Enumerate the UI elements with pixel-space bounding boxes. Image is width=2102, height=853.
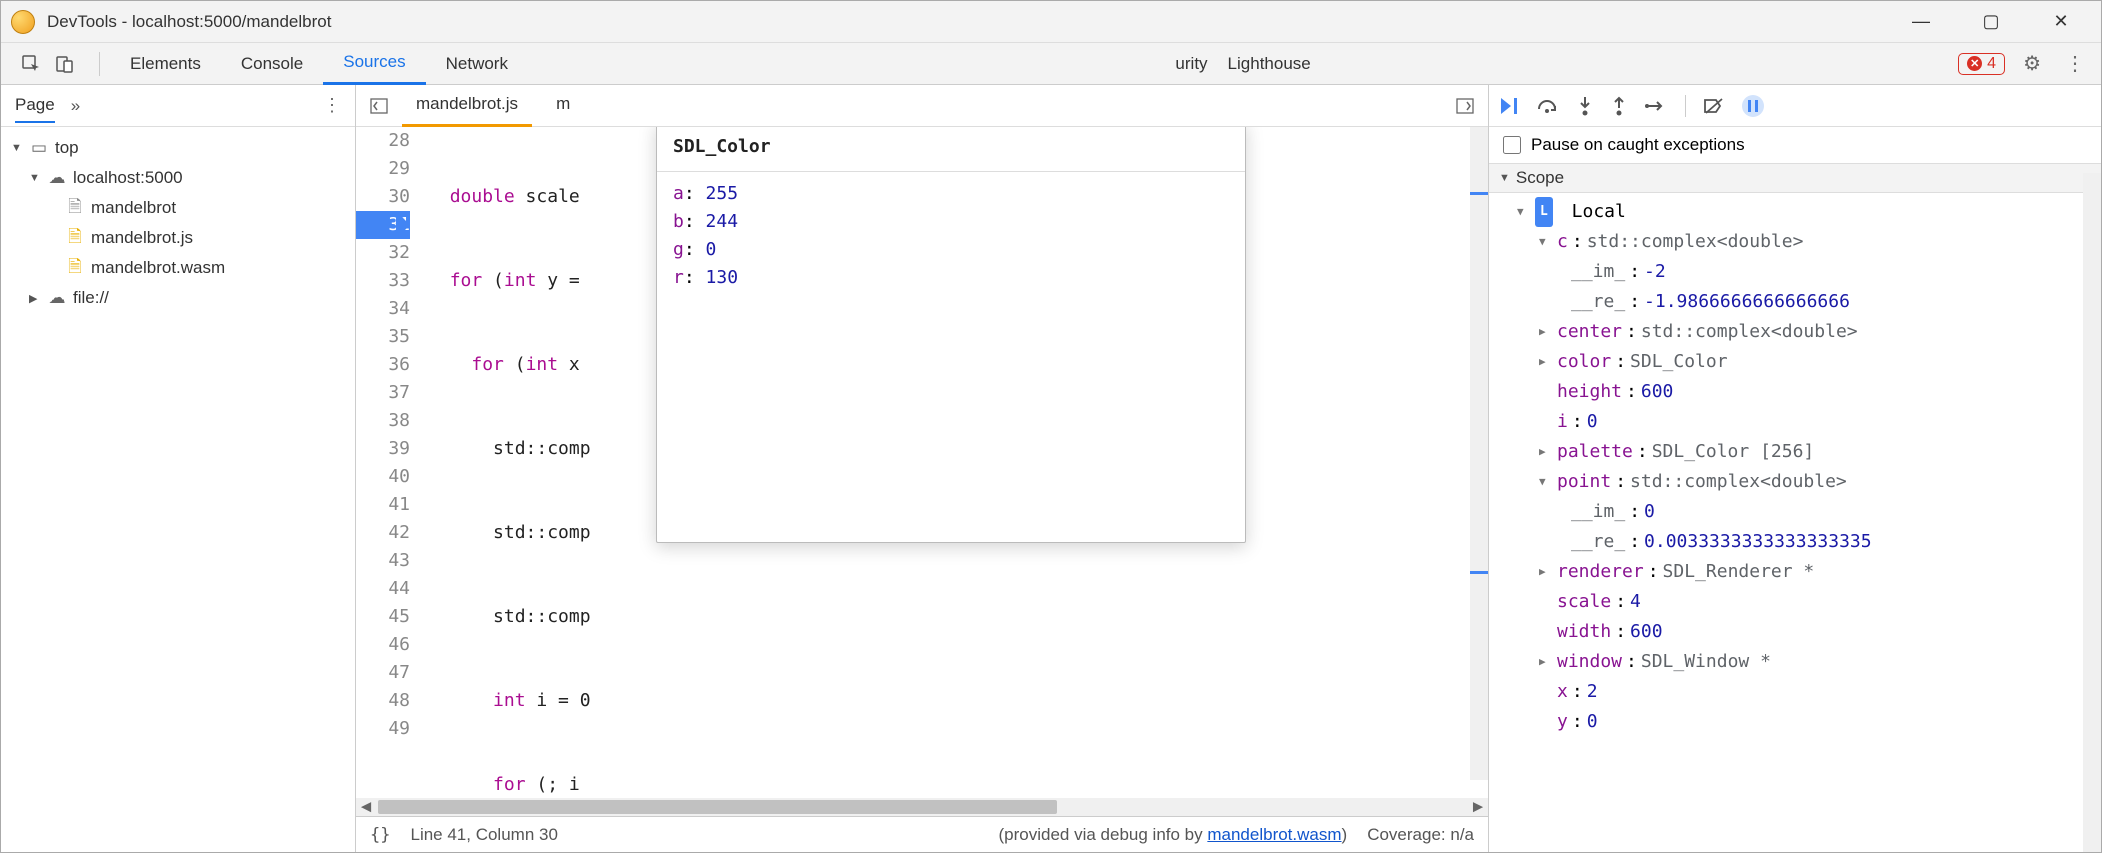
vertical-scrollbar[interactable]	[1470, 127, 1488, 780]
pause-caught-checkbox[interactable]	[1503, 136, 1521, 154]
code-editor[interactable]: 282930 31 323334353637383940414243444546…	[356, 127, 1488, 798]
tab-network[interactable]: Network	[426, 43, 528, 85]
var-height[interactable]: height: 600	[1499, 377, 2101, 407]
var-c-im[interactable]: __im_: -2	[1499, 257, 2101, 287]
right-scrollbar[interactable]	[2083, 173, 2101, 852]
window-titlebar: DevTools - localhost:5000/mandelbrot — ▢…	[1, 1, 2101, 43]
value-tooltip: SDL_Color a: 255 b: 244 g: 0 r: 130	[656, 127, 1246, 543]
var-window[interactable]: ▶window: SDL_Window *	[1499, 647, 2101, 677]
step-over-icon[interactable]	[1537, 95, 1559, 116]
inspect-icon[interactable]	[21, 53, 41, 74]
var-point-re[interactable]: __re_: 0.0033333333333333335	[1499, 527, 2101, 557]
line-gutter[interactable]: 282930 31 323334353637383940414243444546…	[356, 127, 420, 798]
minimize-button[interactable]: —	[1901, 11, 1941, 32]
tree-node-top[interactable]: ▼▭top	[1, 133, 355, 163]
separator	[99, 52, 100, 76]
tree-node-file[interactable]: ▶☁file://	[1, 283, 355, 313]
var-color[interactable]: ▶color: SDL_Color	[1499, 347, 2101, 377]
editor-pane: mandelbrot.js m 282930 31 32333435363738…	[356, 85, 1489, 852]
tab-lighthouse[interactable]: Lighthouse	[1208, 43, 1331, 85]
coverage-status: Coverage: n/a	[1367, 825, 1474, 845]
var-center[interactable]: ▶center: std::complex<double>	[1499, 317, 2101, 347]
error-count-badge[interactable]: ✕4	[1958, 53, 2005, 75]
toggle-navigator-icon[interactable]	[366, 96, 392, 116]
scope-local[interactable]: ▼L Local	[1499, 197, 2101, 227]
tab-elements[interactable]: Elements	[110, 43, 221, 85]
var-point[interactable]: ▼point: std::complex<double>	[1499, 467, 2101, 497]
var-renderer[interactable]: ▶renderer: SDL_Renderer *	[1499, 557, 2101, 587]
devtools-icon	[11, 10, 35, 34]
navigator-more-icon[interactable]: »	[71, 96, 80, 116]
step-into-icon[interactable]	[1577, 95, 1593, 116]
more-icon[interactable]: ⋮	[2059, 51, 2091, 76]
maximize-button[interactable]: ▢	[1971, 11, 2011, 32]
var-c[interactable]: ▼c: std::complex<double>	[1499, 227, 2101, 257]
cursor-position: Line 41, Column 30	[410, 825, 557, 845]
deactivate-breakpoints-icon[interactable]	[1704, 95, 1724, 116]
debug-info-link[interactable]: mandelbrot.wasm	[1207, 825, 1341, 844]
resume-icon[interactable]	[1499, 95, 1519, 116]
device-toggle-icon[interactable]	[55, 53, 75, 74]
window-title: DevTools - localhost:5000/mandelbrot	[47, 12, 1901, 32]
var-point-im[interactable]: __im_: 0	[1499, 497, 2101, 527]
var-scale[interactable]: scale: 4	[1499, 587, 2101, 617]
close-button[interactable]: ✕	[2041, 11, 2081, 32]
debugger-pane: Pause on caught exceptions ▼Scope ▼L Loc…	[1489, 85, 2101, 852]
main-tabbar: Elements Console Sources Network urity L…	[1, 43, 2101, 85]
pretty-print-icon[interactable]: {}	[370, 825, 390, 845]
page-tab[interactable]: Page	[15, 95, 55, 123]
navigator-pane: Page » ⋮ ▼▭top ▼☁localhost:5000 🗎mandelb…	[1, 85, 356, 852]
tab-sources[interactable]: Sources	[323, 43, 425, 85]
tooltip-title: SDL_Color	[657, 127, 1245, 172]
file-tab-mandelbrot-js[interactable]: mandelbrot.js	[402, 85, 532, 127]
var-width[interactable]: width: 600	[1499, 617, 2101, 647]
toggle-debugger-icon[interactable]	[1452, 96, 1478, 116]
file-tree: ▼▭top ▼☁localhost:5000 🗎mandelbrot 🗎mand…	[1, 127, 355, 852]
editor-statusbar: {} Line 41, Column 30 (provided via debu…	[356, 816, 1488, 852]
var-y[interactable]: y: 0	[1499, 707, 2101, 737]
execution-line-marker: 31	[356, 211, 410, 239]
horizontal-scrollbar[interactable]: ◄►	[356, 798, 1488, 816]
var-x[interactable]: x: 2	[1499, 677, 2101, 707]
pause-caught-row[interactable]: Pause on caught exceptions	[1489, 127, 2101, 163]
scope-body: ▼L Local ▼c: std::complex<double> __im_:…	[1489, 193, 2101, 741]
tab-console[interactable]: Console	[221, 43, 323, 85]
var-c-re[interactable]: __re_: -1.9866666666666666	[1499, 287, 2101, 317]
tree-file-mandelbrot[interactable]: 🗎mandelbrot	[1, 193, 355, 223]
scope-section-header[interactable]: ▼Scope	[1489, 163, 2101, 193]
tree-file-mandelbrot-wasm[interactable]: 🗎mandelbrot.wasm	[1, 253, 355, 283]
pause-on-exceptions-icon[interactable]	[1742, 95, 1764, 117]
navigator-menu-icon[interactable]: ⋮	[323, 95, 341, 116]
debug-info-source: (provided via debug info by mandelbrot.w…	[999, 825, 1348, 845]
settings-icon[interactable]: ⚙	[2023, 51, 2041, 76]
var-i[interactable]: i: 0	[1499, 407, 2101, 437]
file-tab-hidden[interactable]: m	[542, 85, 584, 127]
tree-node-host[interactable]: ▼☁localhost:5000	[1, 163, 355, 193]
step-out-icon[interactable]	[1611, 95, 1627, 116]
pause-caught-label: Pause on caught exceptions	[1531, 135, 1745, 155]
debugger-toolbar	[1489, 85, 2101, 127]
tree-file-mandelbrot-js[interactable]: 🗎mandelbrot.js	[1, 223, 355, 253]
var-palette[interactable]: ▶palette: SDL_Color [256]	[1499, 437, 2101, 467]
step-icon[interactable]	[1645, 95, 1667, 116]
